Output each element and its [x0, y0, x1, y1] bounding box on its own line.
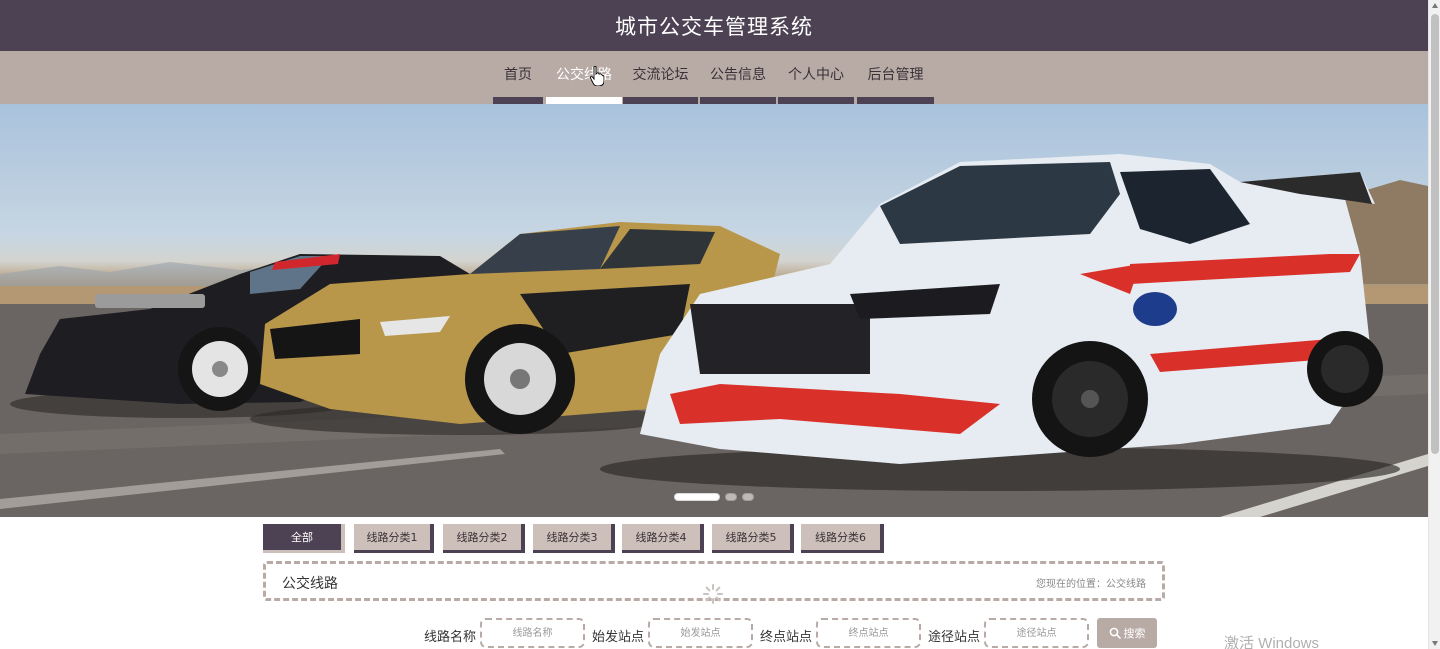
- nav-item-label: 公交线路: [556, 67, 612, 83]
- search-icon: [1109, 627, 1121, 639]
- category-tab-6[interactable]: 线路分类6: [801, 524, 884, 553]
- nav-item-user-center[interactable]: 个人中心: [778, 51, 854, 104]
- nav-item-underline: [546, 97, 622, 104]
- via-station-input[interactable]: [984, 618, 1089, 648]
- page-scrollbar[interactable]: [1428, 0, 1440, 649]
- category-tab-1[interactable]: 线路分类1: [354, 524, 434, 553]
- nav-item-underline: [493, 97, 543, 104]
- scrollbar-thumb[interactable]: [1431, 14, 1439, 454]
- nav-item-announcements[interactable]: 公告信息: [700, 51, 776, 104]
- nav-item-label: 后台管理: [867, 67, 924, 83]
- nav-item-label: 交流论坛: [632, 67, 689, 83]
- route-name-input[interactable]: [480, 618, 585, 648]
- current-location: 您现在的位置：公交线路: [1036, 579, 1146, 590]
- nav-item-underline: [857, 97, 934, 104]
- nav-item-label: 首页: [504, 67, 532, 83]
- category-tab-5[interactable]: 线路分类5: [712, 524, 794, 553]
- slider-dots: [0, 493, 1428, 501]
- scroll-up-icon[interactable]: [1432, 3, 1438, 8]
- category-tab-all[interactable]: 全部: [263, 524, 345, 553]
- start-station-label: 始发站点: [592, 630, 645, 645]
- via-station-label: 途径站点: [928, 630, 981, 645]
- end-station-input[interactable]: [816, 618, 921, 648]
- category-tab-3[interactable]: 线路分类3: [533, 524, 615, 553]
- nav-item-underline: [623, 97, 698, 104]
- main-nav: 首页 公交线路 交流论坛 公告信息 个人中心 后台管理: [0, 51, 1428, 104]
- page: 城市公交车管理系统 首页 公交线路 交流论坛 公告信息 个人中心 后台管理 全部…: [0, 0, 1440, 649]
- start-station-input[interactable]: [648, 618, 753, 648]
- search-button[interactable]: 搜索: [1097, 618, 1157, 648]
- category-tab-4[interactable]: 线路分类4: [622, 524, 704, 553]
- race-cars-illustration: [0, 154, 1428, 517]
- slider-dot[interactable]: [725, 493, 737, 501]
- nav-item-home[interactable]: 首页: [493, 51, 543, 104]
- nav-item-admin[interactable]: 后台管理: [857, 51, 934, 104]
- scroll-down-icon[interactable]: [1432, 641, 1438, 646]
- route-name-label: 线路名称: [424, 630, 477, 645]
- hero-banner[interactable]: [0, 104, 1428, 517]
- nav-item-bus-routes[interactable]: 公交线路: [546, 51, 622, 104]
- loading-spinner-icon: [703, 584, 723, 604]
- windows-activation-watermark: 激活 Windows: [1224, 635, 1320, 649]
- slider-dot[interactable]: [742, 493, 754, 501]
- section-heading: 公交线路: [282, 576, 338, 592]
- slider-dot[interactable]: [674, 493, 720, 501]
- mouse-cursor-icon: [590, 66, 604, 86]
- header-bar: 城市公交车管理系统: [0, 0, 1428, 51]
- site-title: 城市公交车管理系统: [615, 14, 813, 39]
- nav-item-label: 公告信息: [710, 67, 766, 83]
- nav-item-underline: [700, 97, 776, 104]
- search-button-label: 搜索: [1123, 627, 1146, 640]
- end-station-label: 终点站点: [760, 630, 813, 645]
- nav-item-label: 个人中心: [788, 67, 844, 83]
- nav-item-underline: [778, 97, 854, 104]
- category-tab-2[interactable]: 线路分类2: [443, 524, 525, 553]
- nav-item-forum[interactable]: 交流论坛: [623, 51, 698, 104]
